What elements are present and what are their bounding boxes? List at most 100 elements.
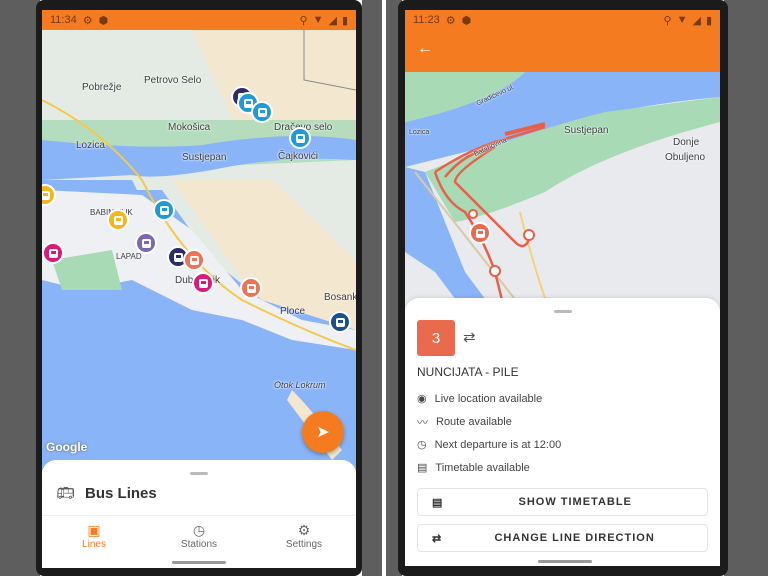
bus-marker[interactable]	[251, 101, 273, 123]
map-label: Obuljeno	[665, 152, 706, 163]
signal-icon: ◢	[328, 14, 337, 27]
phone-right: 11:23 ⚙ ⬢ ⚲ ▼ ◢ ▮ ← Sustjepan Donje Obuljeno…	[398, 0, 728, 576]
navigation-arrow-icon: ➤	[316, 424, 330, 441]
bus-icon	[42, 190, 50, 200]
bus-marker[interactable]	[107, 209, 129, 231]
map-label: LAPAD	[116, 252, 142, 261]
nav-label: Lines	[82, 539, 106, 550]
bus-marker[interactable]	[42, 242, 64, 264]
bus-marker[interactable]	[153, 199, 175, 221]
swap-direction-icon: ⇄	[432, 532, 443, 545]
google-logo: Google	[46, 440, 88, 454]
app-bar: ←	[405, 30, 720, 72]
bus-icon	[113, 215, 123, 225]
gear-icon: ⚙	[297, 522, 311, 538]
background	[724, 0, 768, 576]
bus-icon: ▣	[87, 522, 101, 538]
nav-lines[interactable]: ▣ Lines	[54, 522, 134, 550]
bus-marker[interactable]	[192, 272, 214, 294]
shield-icon: ⬢	[461, 14, 472, 27]
background	[0, 0, 40, 576]
route-map[interactable]: Sustjepan Donje Obuljeno Lozica Gradićev…	[405, 72, 720, 312]
live-location-icon: ◉	[417, 393, 427, 405]
gear-icon: ⚙	[82, 14, 93, 27]
feature-list: ◉ Live location available 〰 Route availabl…	[417, 387, 561, 479]
bus-marker[interactable]	[183, 249, 205, 271]
bus-marker[interactable]	[135, 232, 157, 254]
status-time: 11:23	[413, 14, 440, 26]
map-label: Pobrežje	[82, 82, 122, 93]
bus-marker[interactable]	[240, 277, 262, 299]
feature-timetable: ▤ Timetable available	[417, 456, 561, 479]
swap-direction-icon[interactable]: ⇄	[463, 328, 476, 346]
map-label: Lozica	[76, 140, 105, 151]
status-bar: 11:34 ⚙ ⬢ ⚲ ▼ ◢ ▮	[42, 10, 356, 30]
bus-icon: 🚌︎	[56, 485, 76, 502]
screen: 11:34 ⚙ ⬢ ⚲ ▼ ◢ ▮ Pobrežje Petrovo Selo Moko…	[42, 10, 356, 568]
bus-icon	[159, 205, 169, 215]
map[interactable]: Pobrežje Petrovo Selo Mokošica Dračevo s…	[42, 30, 356, 470]
clock-icon: ◷	[417, 439, 427, 451]
change-direction-button[interactable]: ⇄ CHANGE LINE DIRECTION	[417, 524, 708, 552]
map-label: Lozica	[409, 129, 430, 136]
gear-icon: ⚙	[445, 14, 456, 27]
bus-icon	[335, 317, 345, 327]
nav-label: Stations	[180, 539, 218, 550]
home-indicator	[172, 561, 226, 564]
bus-marker[interactable]	[469, 222, 491, 244]
show-timetable-button[interactable]: ▤ SHOW TIMETABLE	[417, 488, 708, 516]
nav-label: Settings	[285, 539, 323, 550]
signal-icon: ◢	[692, 14, 701, 27]
timetable-icon: ▤	[432, 496, 444, 509]
shield-icon: ⬢	[98, 14, 109, 27]
phone-left: 11:34 ⚙ ⬢ ⚲ ▼ ◢ ▮ Pobrežje Petrovo Selo Moko…	[36, 0, 362, 576]
battery-icon: ▮	[705, 14, 712, 27]
bus-marker[interactable]	[329, 311, 351, 333]
status-time: 11:34	[50, 14, 77, 26]
wifi-icon: ▼	[676, 14, 688, 26]
nav-settings[interactable]: ⚙ Settings	[264, 522, 344, 550]
feature-route: 〰 Route available	[417, 410, 561, 433]
map-label: Petrovo Selo	[144, 75, 202, 86]
map-label: Ploce	[280, 306, 306, 317]
line-number-badge: 3	[417, 320, 455, 356]
screen: 11:23 ⚙ ⬢ ⚲ ▼ ◢ ▮ ← Sustjepan Donje Obuljeno…	[405, 10, 720, 566]
sheet-handle[interactable]	[190, 472, 208, 475]
line-details-sheet: 3 ⇄ NUNCIJATA - PILE ◉ Live location avai…	[405, 298, 720, 566]
wifi-icon: ▼	[312, 14, 324, 26]
bus-icon	[48, 248, 58, 258]
feature-text: Next departure is at 12:00	[434, 438, 562, 451]
button-label: SHOW TIMETABLE	[518, 496, 632, 508]
bus-icon	[141, 238, 151, 248]
map-label: Sustjepan	[182, 152, 227, 163]
bus-clock-icon: ◷	[192, 522, 206, 538]
bus-icon	[257, 107, 267, 117]
map-label: Bosanka	[324, 292, 356, 303]
my-location-button[interactable]: ➤	[302, 411, 344, 453]
bottom-nav: ▣ Lines ◷ Stations ⚙ Settings	[42, 515, 356, 555]
map-shapes	[405, 72, 720, 312]
location-icon: ⚲	[663, 14, 672, 27]
map-label: Otok Lokrum	[274, 380, 326, 390]
nav-stations[interactable]: ◷ Stations	[159, 522, 239, 550]
sheet-title: Bus Lines	[85, 484, 157, 502]
bus-icon	[295, 133, 305, 143]
feature-text: Timetable available	[435, 461, 530, 474]
bus-icon	[173, 252, 183, 262]
arrow-back-icon[interactable]: ←	[417, 40, 433, 58]
feature-text: Route available	[436, 415, 512, 428]
map-label: Čajkovići	[278, 151, 319, 162]
button-label: CHANGE LINE DIRECTION	[494, 532, 655, 544]
bus-icon	[198, 278, 208, 288]
map-label: Sustjepan	[564, 125, 609, 136]
map-label: Mokošica	[168, 122, 211, 133]
status-bar: 11:23 ⚙ ⬢ ⚲ ▼ ◢ ▮	[405, 10, 720, 30]
home-indicator	[538, 560, 592, 563]
route-icon: 〰	[417, 416, 428, 429]
timetable-icon: ▤	[417, 462, 428, 474]
bus-icon	[246, 283, 256, 293]
map-label: Donje	[673, 137, 700, 148]
sheet-handle[interactable]	[553, 310, 572, 313]
location-icon: ⚲	[299, 14, 308, 27]
bus-marker[interactable]	[289, 127, 311, 149]
